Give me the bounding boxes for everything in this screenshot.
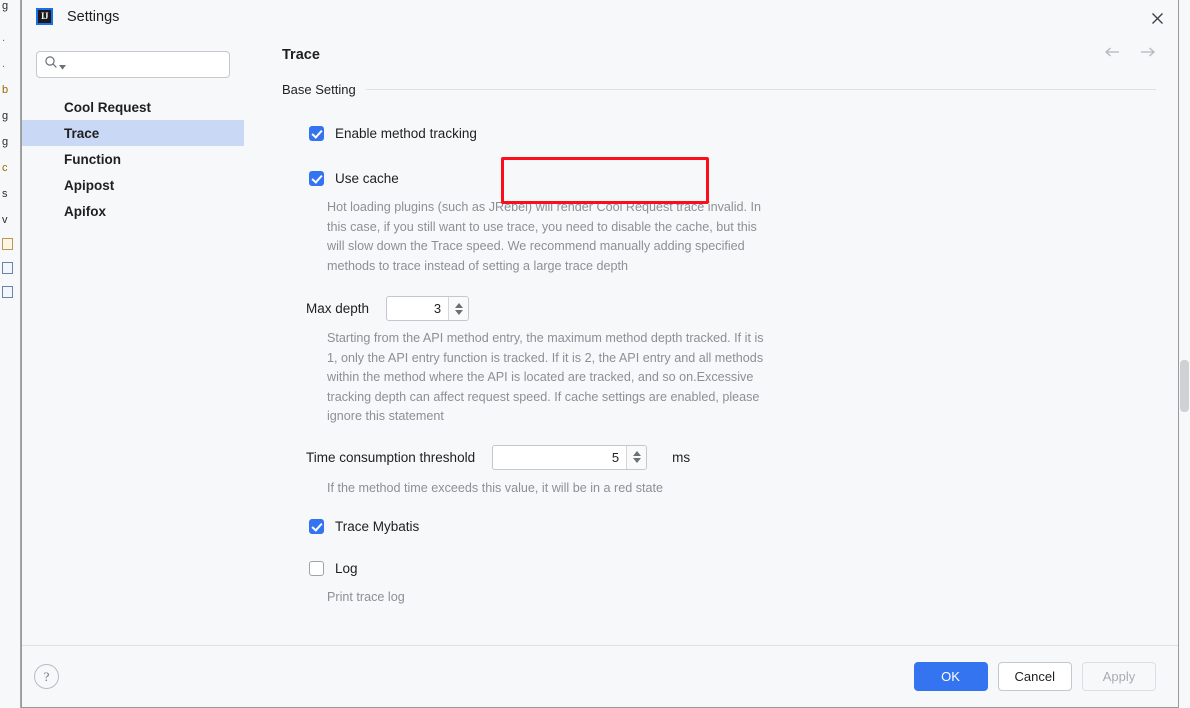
tree-row[interactable]: v	[2, 214, 8, 226]
use-cache-hint: Hot loading plugins (such as JRebel) wil…	[327, 198, 775, 276]
tree-item-chip[interactable]	[2, 286, 13, 298]
max-depth-hint: Starting from the API method entry, the …	[327, 329, 772, 427]
section-title: Base Setting	[282, 82, 356, 97]
settings-sidebar: Cool Request Trace Function Apipost Apif…	[22, 33, 244, 645]
stepper-down-icon[interactable]	[455, 310, 463, 315]
chevron-down-icon[interactable]	[59, 57, 66, 75]
tree-item-chip[interactable]	[2, 262, 13, 274]
ok-button[interactable]: OK	[914, 662, 988, 691]
enable-method-tracking-label: Enable method tracking	[335, 126, 477, 141]
dialog-body: Cool Request Trace Function Apipost Apif…	[22, 33, 1178, 645]
max-depth-label: Max depth	[306, 301, 369, 316]
time-threshold-stepper-buttons[interactable]	[626, 446, 646, 469]
cancel-button[interactable]: Cancel	[998, 662, 1072, 691]
enable-method-tracking-row[interactable]: Enable method tracking	[309, 122, 1156, 144]
time-threshold-row: Time consumption threshold 5 ms	[306, 445, 1156, 470]
sidebar-item-label: Apipost	[64, 178, 114, 193]
log-hint: Print trace log	[327, 588, 775, 608]
sidebar-item-label: Trace	[64, 126, 99, 141]
max-depth-stepper-buttons[interactable]	[448, 297, 468, 320]
app-icon-text: IJ	[41, 12, 48, 21]
scrollbar-thumb[interactable]	[1180, 360, 1189, 412]
arrow-right-icon[interactable]	[1138, 45, 1156, 63]
log-label: Log	[335, 561, 358, 576]
search-input[interactable]	[70, 57, 222, 73]
sidebar-item-label: Apifox	[64, 204, 106, 219]
history-nav	[1104, 45, 1156, 63]
content-header: Trace	[244, 33, 1178, 77]
trace-mybatis-label: Trace Mybatis	[335, 519, 419, 534]
sidebar-item-cool-request[interactable]: Cool Request	[22, 94, 244, 120]
sidebar-item-apipost[interactable]: Apipost	[22, 172, 244, 198]
help-icon[interactable]: ?	[34, 664, 59, 689]
dialog-titlebar: IJ Settings	[22, 0, 1178, 33]
tree-row[interactable]: g	[2, 110, 8, 122]
close-icon[interactable]	[1146, 7, 1168, 29]
sidebar-item-trace[interactable]: Trace	[22, 120, 244, 146]
stepper-up-icon[interactable]	[633, 451, 641, 456]
max-depth-stepper[interactable]: 3	[386, 296, 469, 321]
time-threshold-unit: ms	[672, 450, 690, 465]
tree-row[interactable]: g	[2, 136, 8, 148]
sidebar-item-label: Cool Request	[64, 100, 151, 115]
settings-content-pane: Trace	[244, 33, 1178, 645]
enable-method-tracking-checkbox[interactable]	[309, 126, 324, 141]
log-checkbox[interactable]	[309, 561, 324, 576]
stepper-down-icon[interactable]	[633, 458, 641, 463]
search-box[interactable]	[36, 51, 230, 78]
use-cache-checkbox[interactable]	[309, 171, 324, 186]
arrow-left-icon[interactable]	[1104, 45, 1122, 63]
help-label: ?	[44, 669, 50, 685]
page-title: Trace	[282, 47, 320, 63]
tree-row[interactable]: g	[2, 0, 8, 12]
trace-mybatis-checkbox[interactable]	[309, 519, 324, 534]
section-header: Base Setting	[282, 79, 1156, 99]
tree-item-chip[interactable]	[2, 238, 13, 250]
settings-dialog: IJ Settings	[21, 0, 1179, 708]
dialog-footer: ? OK Cancel Apply	[22, 645, 1178, 707]
time-threshold-hint: If the method time exceeds this value, i…	[327, 479, 847, 499]
sidebar-item-apifox[interactable]: Apifox	[22, 198, 244, 224]
time-threshold-stepper[interactable]: 5	[492, 445, 647, 470]
tree-row[interactable]: s	[2, 188, 8, 200]
tree-row[interactable]: .	[2, 58, 5, 70]
trace-mybatis-row[interactable]: Trace Mybatis	[309, 515, 1156, 537]
time-threshold-label: Time consumption threshold	[306, 450, 475, 465]
section-divider	[366, 89, 1156, 90]
base-setting-section: Base Setting Enable method tracking Use …	[244, 79, 1178, 608]
search-icon	[44, 55, 58, 74]
ide-right-gutter	[1178, 0, 1190, 708]
tree-row[interactable]: .	[2, 32, 5, 44]
tree-row[interactable]: b	[2, 84, 8, 96]
max-depth-value[interactable]: 3	[387, 297, 448, 320]
log-row[interactable]: Log	[309, 557, 1156, 579]
ide-project-tree: . . b g g g c s v	[0, 0, 21, 708]
tree-row[interactable]: c	[2, 162, 8, 174]
intellij-idea-icon: IJ	[36, 8, 53, 25]
apply-button: Apply	[1082, 662, 1156, 691]
stepper-up-icon[interactable]	[455, 303, 463, 308]
use-cache-label: Use cache	[335, 171, 399, 186]
sidebar-item-function[interactable]: Function	[22, 146, 244, 172]
max-depth-row: Max depth 3	[306, 296, 1156, 321]
search-wrapper	[22, 51, 244, 78]
settings-nav-list: Cool Request Trace Function Apipost Apif…	[22, 94, 244, 224]
time-threshold-value[interactable]: 5	[493, 446, 626, 469]
dialog-title: Settings	[67, 9, 119, 25]
footer-buttons: OK Cancel Apply	[914, 662, 1156, 691]
use-cache-row[interactable]: Use cache	[309, 167, 1156, 189]
sidebar-item-label: Function	[64, 152, 121, 167]
